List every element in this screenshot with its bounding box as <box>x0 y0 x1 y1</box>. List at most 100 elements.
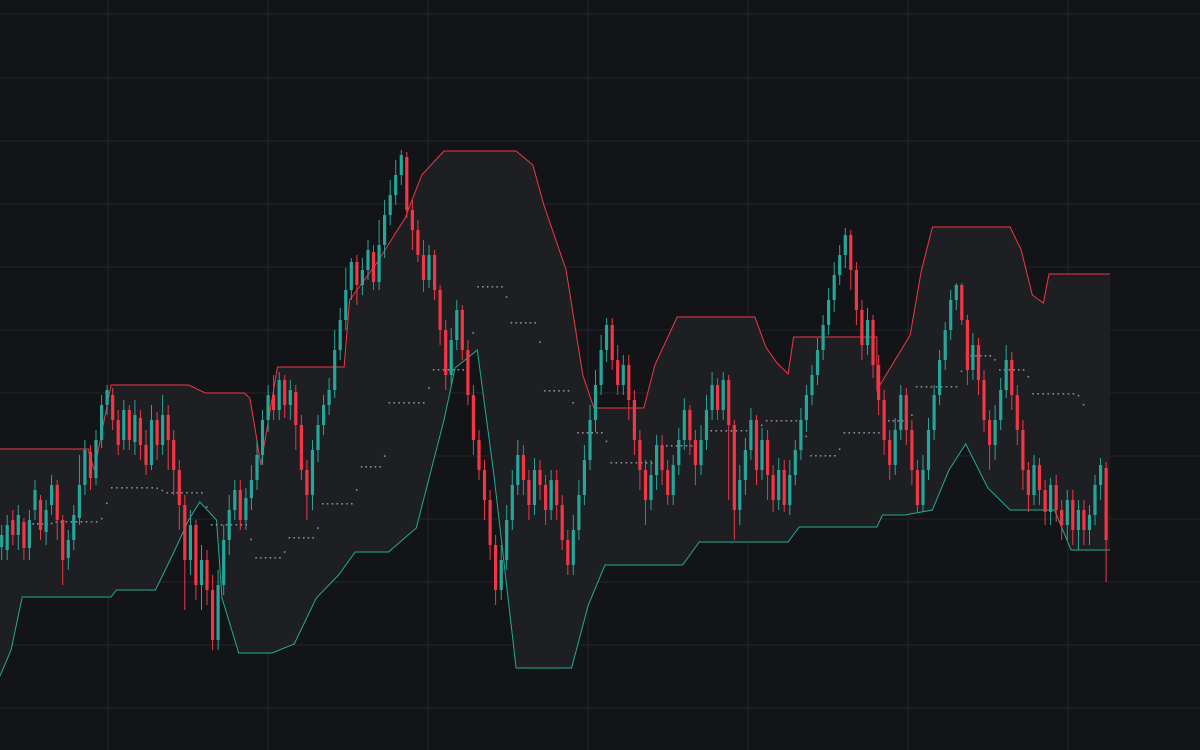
candle <box>605 318 609 362</box>
midline-dot <box>317 527 319 529</box>
candle-body <box>904 395 908 430</box>
candle-body <box>682 410 686 440</box>
candle-body <box>272 395 276 410</box>
candle-body <box>116 420 120 445</box>
candle-body <box>693 440 697 465</box>
candle <box>482 460 487 520</box>
midline-dot <box>960 370 963 373</box>
midline-dot <box>346 503 348 505</box>
candle-body <box>127 410 131 440</box>
candle-body <box>860 310 864 345</box>
midline-dot <box>351 503 353 505</box>
candle-body <box>399 155 403 175</box>
candle <box>1049 478 1053 525</box>
candle-body <box>599 350 603 385</box>
midline-dot <box>220 524 223 526</box>
midline-dot <box>1047 393 1049 395</box>
candle <box>832 262 836 312</box>
candle-body <box>749 420 753 450</box>
candle-body <box>1071 500 1075 530</box>
midline-dot <box>553 390 555 392</box>
midline-dot <box>70 521 73 523</box>
midline-dot <box>610 462 613 464</box>
midline-dot <box>920 386 923 388</box>
midline-dot <box>374 466 377 468</box>
candle-body <box>582 460 586 495</box>
candle-body <box>244 498 248 520</box>
candle-body <box>255 455 259 480</box>
candle-body <box>793 450 797 475</box>
candle-body <box>216 585 220 640</box>
midline-dot <box>151 487 153 489</box>
candle-body <box>494 545 498 590</box>
midline-dot <box>911 414 913 416</box>
candle-body <box>1087 515 1092 530</box>
candle-body <box>577 495 581 530</box>
candle-body <box>754 420 759 470</box>
midline-dot <box>829 455 831 457</box>
candle-body <box>532 470 537 505</box>
candle <box>827 288 831 335</box>
candle-body <box>727 380 731 425</box>
midline-dot <box>630 462 633 464</box>
midline-dot <box>515 322 517 324</box>
midline-dot <box>255 557 257 559</box>
midline-dot <box>930 386 933 388</box>
midline-dot <box>408 402 410 404</box>
midline-dot <box>819 455 822 457</box>
candle-body <box>222 540 226 585</box>
midline-dot <box>477 286 479 288</box>
midline-dot <box>635 462 638 464</box>
midline-dot <box>715 430 717 432</box>
candle-body <box>888 440 892 465</box>
candle-body <box>621 365 625 385</box>
candle-body <box>444 330 448 375</box>
candle-body <box>671 465 675 495</box>
candle-body <box>993 420 997 445</box>
candle <box>477 430 481 480</box>
midline-dot <box>50 522 53 525</box>
midline-dot <box>1013 369 1015 371</box>
midline-dot <box>567 390 570 392</box>
candle-body <box>438 290 442 330</box>
midline-dot <box>666 445 668 447</box>
midline-dot <box>437 369 440 371</box>
candle-body <box>177 470 181 505</box>
midline-dot <box>730 430 733 432</box>
candle-body <box>771 475 775 500</box>
midline-dot <box>496 286 498 288</box>
candle-body <box>1065 500 1069 525</box>
candle-body <box>510 485 514 520</box>
candle-body <box>976 345 981 380</box>
candle-body <box>322 405 326 425</box>
candle-body <box>843 235 847 255</box>
midline-dot <box>1027 375 1030 378</box>
midline-dot <box>336 503 339 505</box>
candle-body <box>788 475 792 505</box>
midline-dot <box>288 537 291 539</box>
candle-body <box>205 560 209 590</box>
channel-band <box>0 151 1110 676</box>
midline-dot <box>848 432 851 434</box>
midline-dot <box>878 432 880 434</box>
midline-dot <box>572 402 574 404</box>
midline-dot <box>1052 393 1055 395</box>
candle-body <box>666 470 670 495</box>
candle <box>399 150 403 185</box>
candle-body <box>804 395 808 420</box>
candle-body <box>371 252 376 282</box>
midline-dot <box>605 440 608 443</box>
candle-body <box>1054 485 1058 510</box>
midline-dot <box>892 420 895 422</box>
candle-body <box>1060 510 1064 525</box>
midline-dot <box>283 551 286 553</box>
midline-dot <box>999 369 1001 371</box>
midline-dot <box>620 462 623 464</box>
midline-dot <box>141 487 143 489</box>
candlestick-chart <box>0 0 1200 750</box>
candle-body <box>610 325 614 360</box>
midline-dot <box>915 386 918 388</box>
midline-dot <box>413 402 415 404</box>
midline-dot <box>260 557 262 559</box>
midline-dot <box>482 286 484 288</box>
